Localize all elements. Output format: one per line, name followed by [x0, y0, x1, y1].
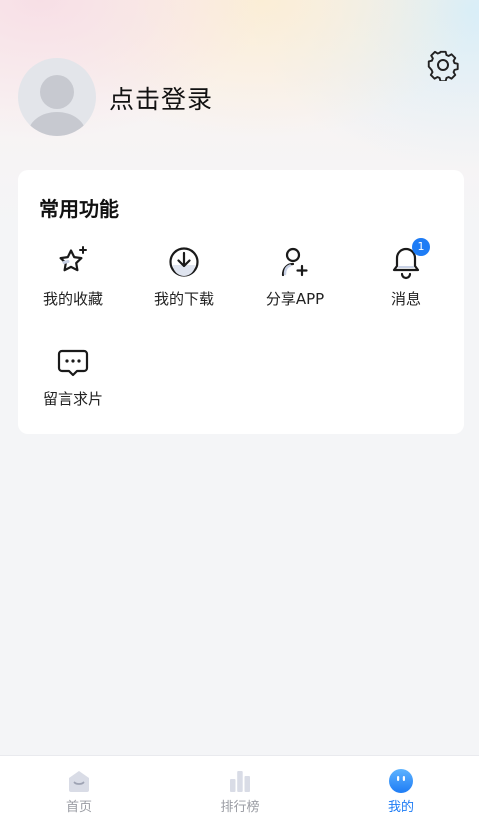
favorites-button[interactable]: 我的收藏	[18, 244, 128, 309]
download-icon	[166, 244, 202, 280]
avatar[interactable]	[18, 58, 96, 136]
home-icon	[66, 768, 92, 794]
tab-home[interactable]: 首页	[24, 756, 134, 819]
downloads-label: 我的下载	[153, 290, 214, 308]
tab-mine[interactable]: 我的	[346, 756, 456, 819]
bottom-tab-bar: 首页 排行榜 我的	[0, 755, 479, 819]
default-avatar-icon	[28, 75, 86, 136]
profile-face-icon	[388, 768, 414, 794]
request-movie-label: 留言求片	[42, 390, 103, 408]
chart-icon	[227, 768, 253, 794]
favorites-label: 我的收藏	[42, 290, 103, 308]
tab-ranking-label: 排行榜	[220, 800, 260, 815]
share-app-label: 分享APP	[265, 290, 325, 308]
notification-badge: 1	[412, 238, 430, 256]
gear-icon[interactable]	[427, 49, 459, 81]
login-link[interactable]: 点击登录	[109, 80, 213, 116]
downloads-button[interactable]: 我的下载	[129, 244, 239, 309]
star-sparkle-icon	[55, 244, 91, 280]
section-title: 常用功能	[39, 197, 119, 221]
request-movie-button[interactable]: 留言求片	[18, 344, 128, 409]
message-icon	[55, 344, 91, 380]
user-add-icon	[277, 244, 313, 280]
messages-label: 消息	[390, 290, 421, 308]
tab-mine-label: 我的	[387, 800, 414, 815]
share-app-button[interactable]: 分享APP	[240, 244, 350, 309]
bell-icon: 1	[388, 238, 430, 280]
tab-home-label: 首页	[65, 800, 92, 815]
tab-ranking[interactable]: 排行榜	[185, 756, 295, 819]
common-functions-card: 常用功能 我的收藏 我的下载 分享APP 1 消息 留言求片	[18, 170, 464, 434]
messages-button[interactable]: 1 消息	[351, 238, 461, 309]
